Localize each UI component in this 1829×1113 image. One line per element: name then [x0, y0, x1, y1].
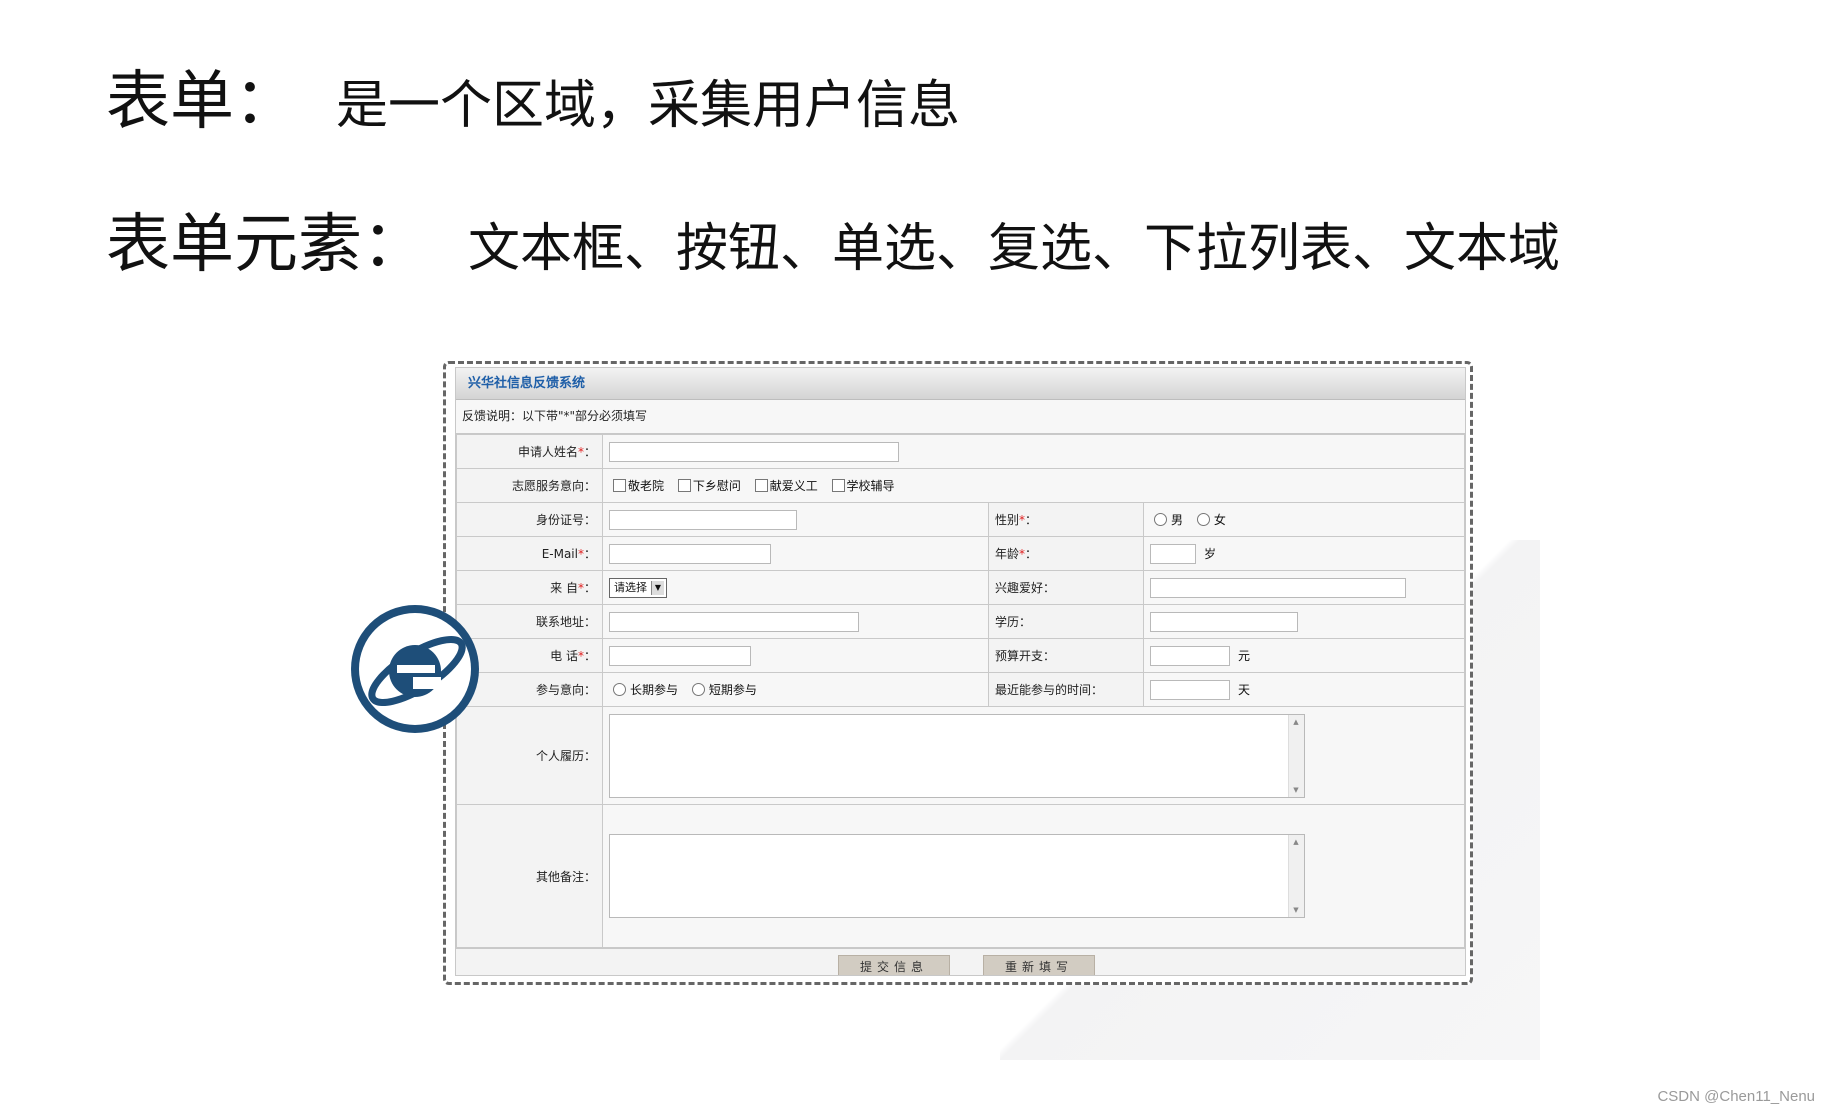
id-label: 身份证号： [456, 502, 603, 537]
id-number-input[interactable] [609, 509, 797, 530]
watermark-credit: CSDN @Chen11_Nenu [1657, 1088, 1815, 1105]
remarks-textarea[interactable]: ▲ ▼ [609, 834, 1305, 918]
scroll-down-icon[interactable]: ▼ [1291, 785, 1301, 795]
scroll-up-icon[interactable]: ▲ [1291, 837, 1301, 847]
hobby-label: 兴趣爱好： [988, 570, 1144, 605]
gender-label: 性别*： [988, 502, 1144, 537]
scrollbar[interactable]: ▲ ▼ [1288, 835, 1304, 917]
form-note: 反馈说明：以下带"*"部分必须填写 [456, 400, 1465, 434]
row-resume: 个人履历： ▲ ▼ [456, 706, 1465, 805]
phone-input[interactable] [609, 645, 751, 666]
recent-unit: 天 [1238, 683, 1251, 697]
volunteer-label: 志愿服务意向： [456, 468, 603, 503]
address-input[interactable] [609, 611, 859, 632]
radio-long-term[interactable] [613, 683, 626, 696]
budget-label: 预算开支： [988, 638, 1144, 673]
checkbox-school-tutoring[interactable] [831, 479, 845, 492]
feedback-form-window: 兴华社信息反馈系统 反馈说明：以下带"*"部分必须填写 申请人姓名*： 志愿服务… [455, 367, 1466, 976]
row-intent-recent: 参与意向： 长期参与 短期参与 最近能参与的时间： 天 [456, 672, 1465, 707]
hobby-input[interactable] [1150, 577, 1406, 598]
recent-label: 最近能参与的时间： [988, 672, 1144, 707]
scroll-down-icon[interactable]: ▼ [1291, 905, 1301, 915]
form-table: 申请人姓名*： 志愿服务意向： 敬老院 下乡慰问 献爱义工 学校辅导 身份证号：… [456, 434, 1465, 948]
radio-female[interactable] [1196, 513, 1210, 526]
reset-button[interactable]: 重新填写 [983, 955, 1095, 975]
edu-label: 学历： [988, 604, 1144, 639]
heading-form-elements: 表单元素： 文本框、按钮、单选、复选、下拉列表、文本域 [106, 193, 1560, 285]
heading-form-text: 是一个区域，采集用户信息 [336, 76, 961, 136]
education-input[interactable] [1150, 611, 1298, 632]
age-unit: 岁 [1204, 547, 1217, 561]
from-select[interactable]: 请选择 ▼ [609, 577, 667, 598]
email-label: E-Mail*： [456, 536, 603, 571]
row-id-gender: 身份证号： 性别*： 男 女 [456, 502, 1465, 537]
row-email-age: E-Mail*： 年龄*： 岁 [456, 536, 1465, 571]
form-screenshot-frame: 兴华社信息反馈系统 反馈说明：以下带"*"部分必须填写 申请人姓名*： 志愿服务… [443, 361, 1473, 985]
heading-form-label: 表单： [106, 65, 298, 139]
budget-input[interactable] [1150, 645, 1230, 666]
age-input[interactable] [1150, 543, 1196, 564]
from-label: 来 自*： [456, 570, 603, 605]
checkbox-countryside-visit[interactable] [677, 479, 691, 492]
applicant-name-input[interactable] [609, 441, 899, 462]
budget-unit: 元 [1238, 649, 1251, 663]
row-phone-budget: 电 话*： 预算开支： 元 [456, 638, 1465, 673]
remarks-label: 其他备注： [456, 804, 603, 948]
recent-time-input[interactable] [1150, 679, 1230, 700]
heading-form-elements-label: 表单元素： [106, 208, 426, 282]
heading-form: 表单： 是一个区域，采集用户信息 [106, 50, 960, 142]
checkbox-volunteer-work[interactable] [754, 479, 768, 492]
chevron-down-icon: ▼ [651, 580, 664, 595]
row-address-edu: 联系地址： 学历： [456, 604, 1465, 639]
applicant-label: 申请人姓名*： [456, 434, 603, 469]
scroll-up-icon[interactable]: ▲ [1291, 717, 1301, 727]
form-title: 兴华社信息反馈系统 [456, 368, 1465, 400]
row-volunteer: 志愿服务意向： 敬老院 下乡慰问 献爱义工 学校辅导 [456, 468, 1465, 503]
resume-textarea[interactable]: ▲ ▼ [609, 713, 1305, 798]
age-label: 年龄*： [988, 536, 1144, 571]
scrollbar[interactable]: ▲ ▼ [1288, 714, 1304, 797]
checkbox-nursing-home[interactable] [613, 479, 626, 492]
heading-form-elements-text: 文本框、按钮、单选、复选、下拉列表、文本域 [468, 219, 1561, 279]
button-row: 提交信息 重新填写 [456, 948, 1465, 975]
submit-button[interactable]: 提交信息 [838, 955, 950, 975]
ie-logo-graphic [368, 635, 466, 707]
email-input[interactable] [609, 543, 771, 564]
internet-explorer-icon [351, 605, 479, 733]
row-remarks: 其他备注： ▲ ▼ [456, 804, 1465, 948]
row-applicant: 申请人姓名*： [456, 434, 1465, 469]
row-from-hobby: 来 自*： 请选择 ▼ 兴趣爱好： [456, 570, 1465, 605]
radio-short-term[interactable] [691, 683, 705, 696]
radio-male[interactable] [1154, 513, 1167, 526]
